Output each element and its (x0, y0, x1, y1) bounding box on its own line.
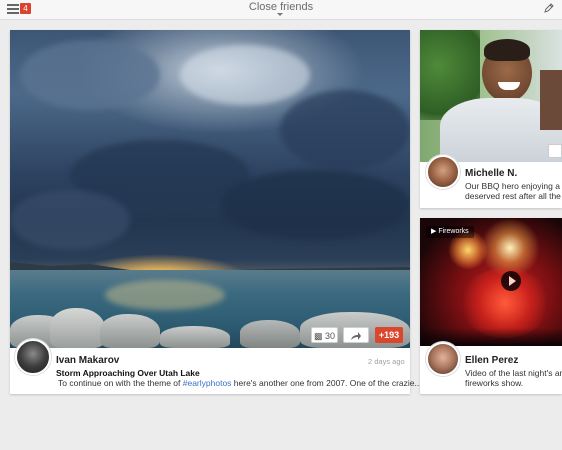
post-body-line1: Our BBQ hero enjoying a we (465, 181, 562, 191)
plus-one-button[interactable]: +193 (375, 327, 403, 343)
avatar-michelle-n[interactable] (426, 155, 460, 189)
post-body-line2: fireworks show. (465, 378, 524, 388)
post-card-main[interactable]: ▩ 30 +193 Ivan Makarov 2 days ago Storm … (10, 30, 422, 394)
avatar-ivan-makarov[interactable] (15, 339, 51, 375)
top-bar: 4 Close friends (0, 0, 562, 20)
post-author[interactable]: Michelle N. (465, 168, 517, 179)
avatar-ellen-perez[interactable] (426, 342, 460, 376)
chevron-down-icon[interactable] (277, 13, 283, 16)
media-label-text: Fireworks (438, 228, 469, 235)
circle-selector[interactable]: Close friends (0, 1, 562, 13)
hashtag-link[interactable]: #earlyphotos (183, 378, 232, 388)
play-icon[interactable] (501, 271, 521, 291)
comment-icon: ▩ (313, 331, 323, 341)
share-icon (351, 332, 361, 340)
post-card-ellen[interactable]: ▶ Fireworks Ellen Perez Video of the las… (420, 218, 562, 394)
comment-count-button[interactable]: ▩ 30 (311, 327, 338, 343)
post-body: To continue on with the theme of #earlyp… (58, 378, 422, 388)
post-photo-bbq[interactable] (420, 30, 562, 162)
comment-count: 30 (325, 331, 336, 341)
share-button[interactable] (343, 327, 369, 343)
post-headline: Storm Approaching Over Utah Lake (56, 368, 200, 378)
post-body-line1: Video of the last night's ama (465, 368, 562, 378)
pencil-icon[interactable] (543, 2, 555, 14)
post-card-michelle[interactable]: Michelle N. Our BBQ hero enjoying a we d… (420, 30, 562, 208)
media-type-label: ▶ Fireworks (426, 226, 474, 238)
post-body-text-end: here's another one from 2007. One of the… (231, 378, 422, 388)
post-video-fireworks[interactable]: ▶ Fireworks (420, 218, 562, 346)
post-body-line2: deserved rest after all the (465, 191, 561, 201)
post-author[interactable]: Ellen Perez (465, 355, 518, 366)
post-timestamp: 2 days ago (368, 357, 405, 366)
post-photo-storm[interactable] (10, 30, 410, 348)
post-body-text-start: To continue on with the theme of (58, 378, 183, 388)
post-author[interactable]: Ivan Makarov (56, 355, 119, 366)
